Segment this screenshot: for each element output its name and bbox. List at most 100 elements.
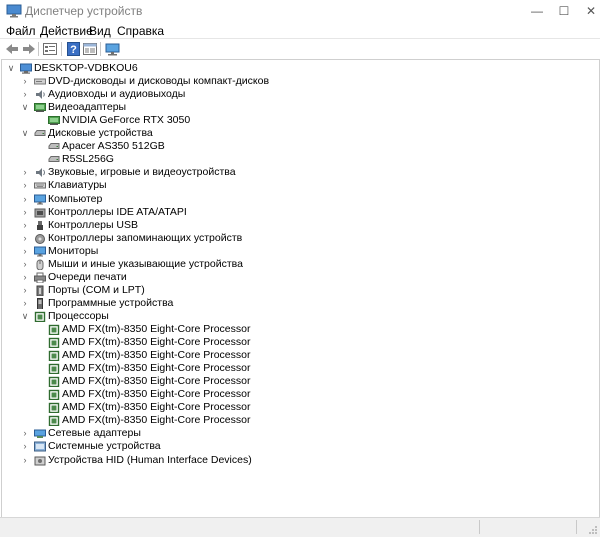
- hid-icon: [34, 456, 46, 465]
- expand-arrow-icon[interactable]: ∨: [20, 127, 30, 140]
- tree-device[interactable]: AMD FX(tm)-8350 Eight-Core Processor: [2, 336, 599, 349]
- collapse-arrow-icon[interactable]: ›: [20, 75, 30, 88]
- tree-category[interactable]: ∨ Процессоры: [2, 310, 599, 323]
- tree-category[interactable]: › Сетевые адаптеры: [2, 427, 599, 440]
- tree-label: Очереди печати: [48, 270, 127, 283]
- collapse-arrow-icon[interactable]: ›: [20, 166, 30, 179]
- tree-category[interactable]: › Контроллеры запоминающих устройств: [2, 232, 599, 245]
- expand-arrow-icon[interactable]: ∨: [20, 101, 30, 114]
- collapse-arrow-icon[interactable]: ›: [20, 245, 30, 258]
- processor-icon: [48, 363, 60, 375]
- tree-label: Контроллеры USB: [48, 218, 138, 231]
- device-tree[interactable]: ∨ DESKTOP-VDBKOU6 › DVD-дисководы и дисково…: [1, 59, 600, 518]
- status-bar: [0, 517, 600, 537]
- processor-icon: [48, 350, 60, 362]
- resize-grip-icon[interactable]: [588, 525, 598, 535]
- menu-view[interactable]: Вид: [89, 24, 111, 38]
- tree-category[interactable]: › DVD-дисководы и дисководы компакт-диско…: [2, 75, 599, 88]
- tree-label: Дисковые устройства: [48, 127, 153, 140]
- tree-root[interactable]: ∨ DESKTOP-VDBKOU6: [2, 62, 599, 75]
- menu-action[interactable]: Действие: [40, 24, 93, 38]
- collapse-arrow-icon[interactable]: ›: [20, 206, 30, 219]
- toolbar: ?: [0, 38, 600, 59]
- tree-category[interactable]: › Контроллеры USB: [2, 219, 599, 232]
- tree-device[interactable]: AMD FX(tm)-8350 Eight-Core Processor: [2, 388, 599, 401]
- computer-icon: [20, 63, 32, 74]
- expand-arrow-icon[interactable]: ∨: [20, 310, 30, 323]
- collapse-arrow-icon[interactable]: ›: [20, 297, 30, 310]
- tree-label: AMD FX(tm)-8350 Eight-Core Processor: [62, 401, 251, 414]
- collapse-arrow-icon[interactable]: ›: [20, 440, 30, 453]
- disk-icon: [34, 130, 46, 137]
- tree-label: Мыши и иные указывающие устройства: [48, 257, 243, 270]
- tree-category[interactable]: › Системные устройства: [2, 440, 599, 453]
- collapse-arrow-icon[interactable]: ›: [20, 271, 30, 284]
- tree-label: Apacer AS350 512GB: [62, 140, 165, 153]
- menu-help[interactable]: Справка: [117, 24, 164, 38]
- tree-label: AMD FX(tm)-8350 Eight-Core Processor: [62, 323, 251, 335]
- tree-device[interactable]: R5SL256G: [2, 153, 599, 166]
- tree-category[interactable]: ∨ Видеоадаптеры: [2, 101, 599, 114]
- svg-text:?: ?: [70, 44, 77, 56]
- close-button[interactable]: ✕: [568, 0, 600, 22]
- processor-icon: [34, 311, 46, 322]
- tree-label: Сетевые адаптеры: [48, 427, 141, 440]
- tree-device[interactable]: AMD FX(tm)-8350 Eight-Core Processor: [2, 401, 599, 414]
- tree-category[interactable]: › Программные устройства: [2, 297, 599, 310]
- title-bar: Диспетчер устройств — ☐ ✕: [0, 0, 600, 22]
- tree-label: R5SL256G: [62, 153, 114, 166]
- forward-button[interactable]: [21, 41, 37, 57]
- tree-category[interactable]: › Мониторы: [2, 245, 599, 258]
- tree-label: Процессоры: [48, 309, 109, 322]
- collapse-arrow-icon[interactable]: ›: [20, 193, 30, 206]
- menu-file[interactable]: Файл: [6, 24, 36, 38]
- collapse-arrow-icon[interactable]: ›: [20, 427, 30, 440]
- tree-label: Устройства HID (Human Interface Devices): [48, 453, 252, 466]
- audio-icon: [36, 90, 45, 100]
- tree-device[interactable]: AMD FX(tm)-8350 Eight-Core Processor: [2, 323, 599, 336]
- tree-category[interactable]: › Компьютер: [2, 193, 599, 206]
- collapse-arrow-icon[interactable]: ›: [20, 232, 30, 245]
- tree-device[interactable]: AMD FX(tm)-8350 Eight-Core Processor: [2, 349, 599, 362]
- tree-device[interactable]: Apacer AS350 512GB: [2, 140, 599, 153]
- sound-icon: [36, 168, 45, 178]
- properties-icon: [43, 43, 57, 55]
- close-icon: ✕: [585, 4, 597, 18]
- tree-category[interactable]: › Клавиатуры: [2, 179, 599, 192]
- collapse-arrow-icon[interactable]: ›: [20, 284, 30, 297]
- tree-device[interactable]: AMD FX(tm)-8350 Eight-Core Processor: [2, 375, 599, 388]
- properties-button[interactable]: [42, 41, 58, 57]
- tree-label: AMD FX(tm)-8350 Eight-Core Processor: [62, 336, 251, 349]
- tree-device[interactable]: AMD FX(tm)-8350 Eight-Core Processor: [2, 362, 599, 375]
- show-hide-button[interactable]: [82, 41, 98, 57]
- tree-category[interactable]: › Звуковые, игровые и видеоустройства: [2, 166, 599, 179]
- scan-hardware-button[interactable]: [104, 41, 120, 57]
- help-button[interactable]: ?: [65, 41, 81, 57]
- tree-device[interactable]: NVIDIA GeForce RTX 3050: [2, 114, 599, 127]
- back-button[interactable]: [4, 41, 20, 57]
- expand-arrow-icon[interactable]: ∨: [6, 62, 16, 75]
- help-icon: ?: [66, 42, 80, 56]
- tree-category[interactable]: › Мыши и иные указывающие устройства: [2, 258, 599, 271]
- toolbar-separator: [100, 42, 101, 56]
- tree-label: Программные устройства: [48, 296, 174, 309]
- monitor-icon: [34, 246, 46, 257]
- tree-device[interactable]: AMD FX(tm)-8350 Eight-Core Processor: [2, 414, 599, 427]
- collapse-arrow-icon[interactable]: ›: [20, 88, 30, 101]
- tree-category[interactable]: › Устройства HID (Human Interface Devices…: [2, 454, 599, 467]
- mouse-icon: [36, 259, 44, 270]
- tree-category[interactable]: › Очереди печати: [2, 271, 599, 284]
- collapse-arrow-icon[interactable]: ›: [20, 179, 30, 192]
- collapse-arrow-icon[interactable]: ›: [20, 258, 30, 271]
- tree-category[interactable]: ∨ Дисковые устройства: [2, 127, 599, 140]
- tree-category[interactable]: › Порты (COM и LPT): [2, 284, 599, 297]
- tree-label: AMD FX(tm)-8350 Eight-Core Processor: [62, 362, 251, 375]
- software-device-icon: [37, 297, 43, 309]
- disk-icon: [48, 156, 60, 163]
- system-device-icon: [34, 441, 46, 452]
- tree-category[interactable]: › Аудиовходы и аудиовыходы: [2, 88, 599, 101]
- tree-category[interactable]: › Контроллеры IDE ATA/ATAPI: [2, 206, 599, 219]
- tree-label: Клавиатуры: [48, 179, 107, 192]
- collapse-arrow-icon[interactable]: ›: [20, 454, 30, 467]
- collapse-arrow-icon[interactable]: ›: [20, 219, 30, 232]
